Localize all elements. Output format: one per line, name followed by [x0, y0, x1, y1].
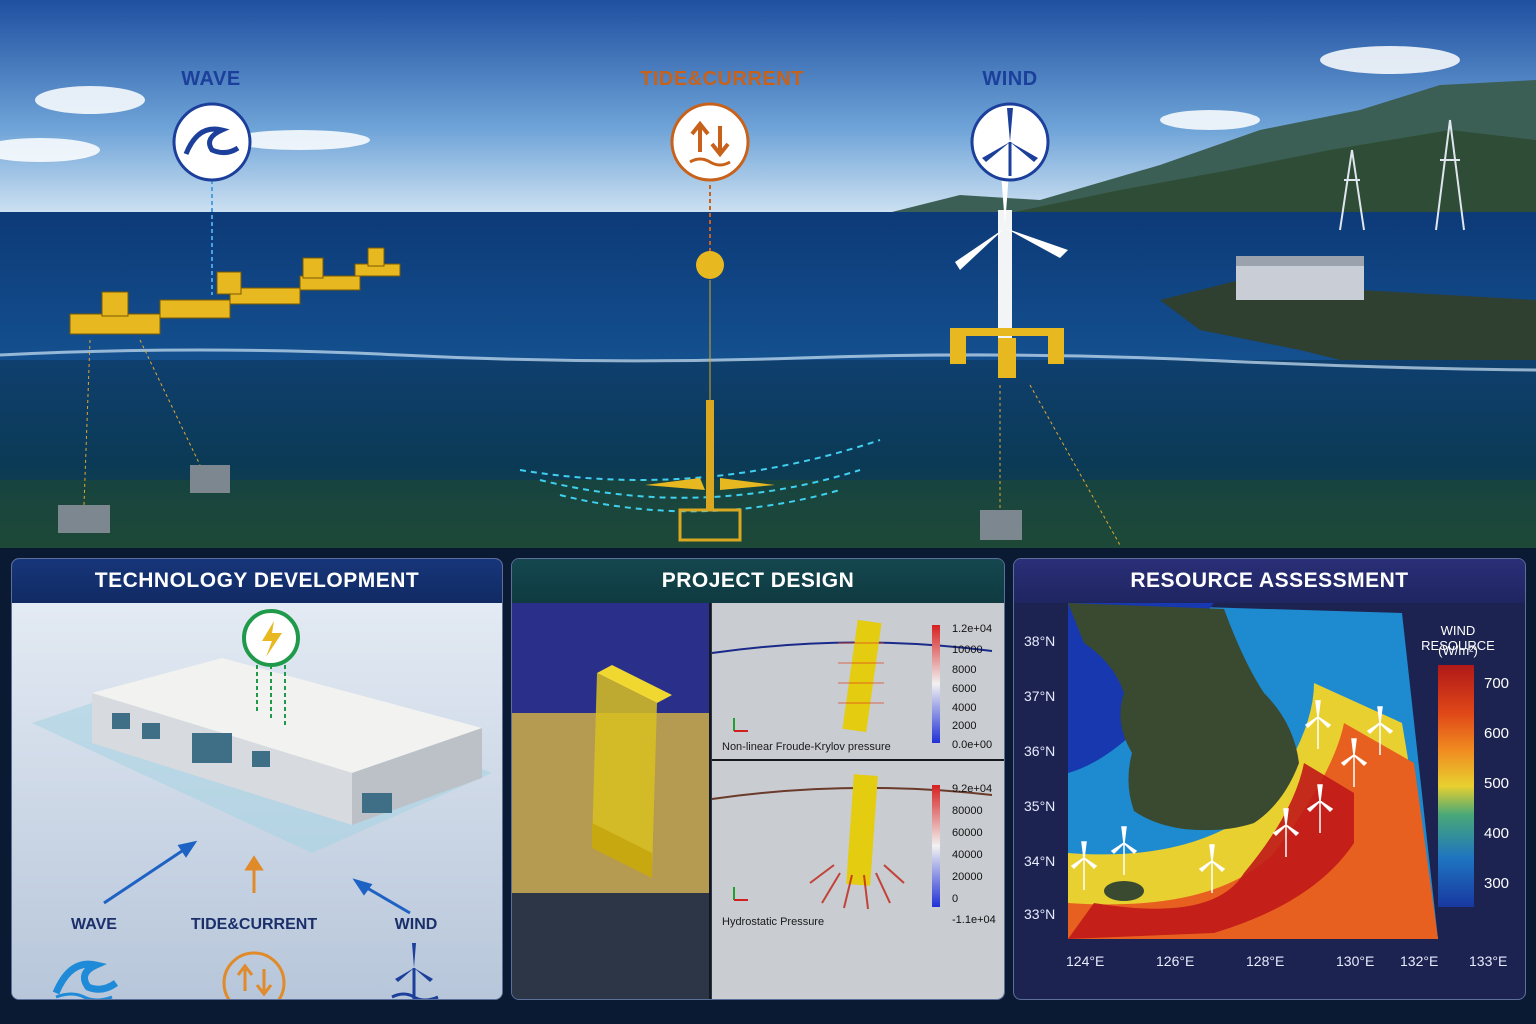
test-facility-illustration	[12, 603, 502, 999]
wave-icon	[172, 102, 252, 182]
lat-tick: 35°N	[1024, 798, 1056, 814]
wave-label: WAVE	[181, 68, 241, 90]
project-design-panel: PROJECT DESIGN Non-linear Froude-Krylov …	[511, 558, 1005, 1000]
resource-assessment-panel: RESOURCE ASSESSMENT WIND RESOURCE (W/m²)…	[1013, 558, 1526, 1000]
tech-wave-label: WAVE	[71, 916, 117, 933]
legend-units: (W/m²)	[1438, 643, 1478, 658]
hydrostatic-caption: Hydrostatic Pressure	[722, 916, 825, 928]
tech-tide-current-label: TIDE&CURRENT	[190, 916, 318, 933]
lon-tick: 128°E	[1246, 953, 1285, 969]
colorbar-tick: 2000	[952, 720, 977, 732]
lon-tick: 133°E	[1469, 953, 1508, 969]
tide-current-label: TIDE&CURRENT	[640, 68, 804, 90]
lon-tick: 124°E	[1066, 953, 1105, 969]
tech-wind-label: WIND	[394, 916, 438, 933]
colorbar-tick: 0	[952, 893, 959, 905]
legend-tick: 700	[1484, 675, 1510, 692]
colorbar-tick: 4000	[952, 702, 977, 714]
lon-tick: 126°E	[1156, 953, 1195, 969]
lon-tick: 132°E	[1400, 953, 1439, 969]
legend-colorbar	[1438, 665, 1474, 907]
colorbar-tick: 60000	[952, 827, 983, 839]
resource-assessment-title: RESOURCE ASSESSMENT	[1014, 559, 1525, 603]
tide-current-icon	[670, 102, 750, 182]
lon-tick: 130°E	[1336, 953, 1375, 969]
legend-tick: 300	[1484, 875, 1510, 892]
simulation-views	[512, 603, 1004, 999]
wind-resource-map	[1068, 603, 1474, 939]
wind-turbine-icon	[970, 102, 1050, 182]
froude-krylov-caption: Non-linear Froude-Krylov pressure	[722, 741, 891, 753]
colorbar-tick: 9.2e+04	[952, 783, 993, 795]
infographic: WAVE TIDE&CURRENT WIND TECHNOLOGY DEVELO…	[0, 0, 1536, 1024]
lat-tick: 36°N	[1024, 743, 1056, 759]
technology-development-title: TECHNOLOGY DEVELOPMENT	[12, 559, 502, 603]
colorbar-tick: 0.0e+00	[952, 739, 993, 751]
legend-tick: 600	[1484, 725, 1510, 742]
wind-label: WIND	[982, 68, 1038, 90]
colorbar-tick: 6000	[952, 683, 977, 695]
lat-tick: 38°N	[1024, 633, 1056, 649]
colorbar-tick: 80000	[952, 805, 983, 817]
colorbar-tick: -1.1e+04	[952, 914, 996, 926]
colorbar-tick: 10000	[952, 644, 983, 656]
colorbar-tick: 40000	[952, 849, 983, 861]
colorbar-tick: 1.2e+04	[952, 623, 993, 635]
jeju-island	[1104, 881, 1144, 901]
lat-tick: 33°N	[1024, 906, 1056, 922]
lat-tick: 34°N	[1024, 853, 1056, 869]
legend-tick: 400	[1484, 825, 1510, 842]
lat-tick: 37°N	[1024, 688, 1056, 704]
technology-development-panel: TECHNOLOGY DEVELOPMENT WAVE TIDE&CURRENT…	[11, 558, 503, 1000]
colorbar-tick: 8000	[952, 664, 977, 676]
legend-tick: 500	[1484, 775, 1510, 792]
colorbar-tick: 20000	[952, 871, 983, 883]
project-design-title: PROJECT DESIGN	[512, 559, 1004, 603]
